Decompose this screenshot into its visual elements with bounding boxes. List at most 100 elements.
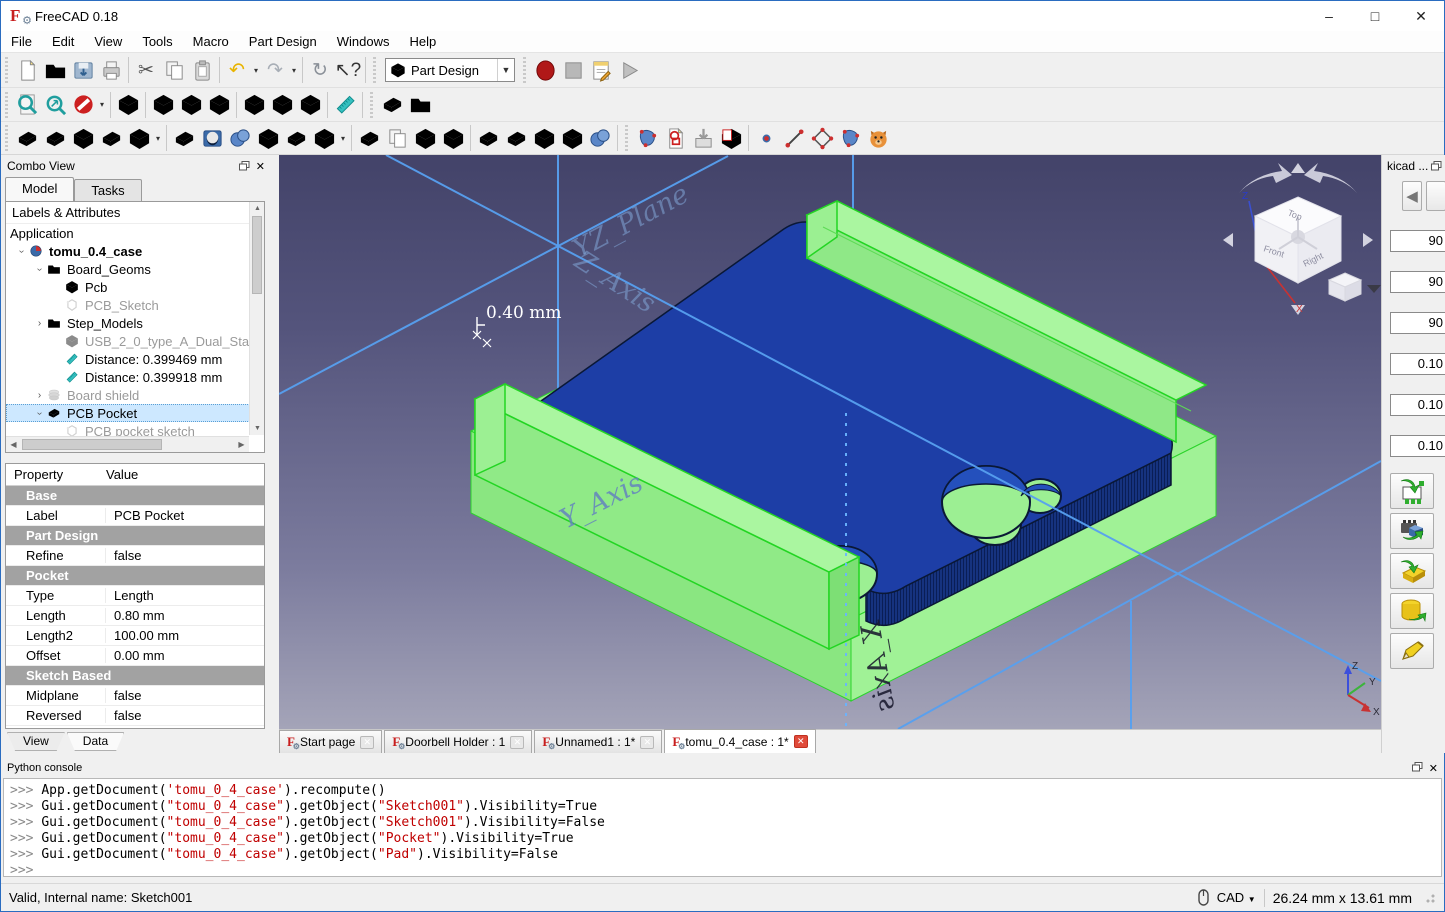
- chamfer-icon[interactable]: [502, 124, 530, 152]
- rotate-right-step-arrow[interactable]: [1363, 233, 1373, 247]
- tab-unnamed1[interactable]: F⚙ Unnamed1 : 1* ✕: [534, 730, 662, 753]
- close-panel-icon[interactable]: ✕: [256, 160, 265, 173]
- view-rear-icon[interactable]: [240, 91, 268, 119]
- save-document-icon[interactable]: [69, 56, 97, 84]
- chevron-down-icon[interactable]: ›: [16, 244, 27, 259]
- property-row-length[interactable]: Length0.80 mm: [6, 606, 264, 626]
- paste-icon[interactable]: [188, 56, 216, 84]
- sketch-rhombus-icon[interactable]: [808, 124, 836, 152]
- menu-tools[interactable]: Tools: [132, 32, 182, 51]
- tree-item-step-models[interactable]: ›Step_Models: [6, 314, 264, 332]
- float-panel-icon[interactable]: [239, 161, 250, 171]
- scroll-up-icon[interactable]: ▲: [250, 202, 265, 215]
- 3d-scene[interactable]: YZ_Plane Z_Axis Y_Axis X_Axis 0.40 mm Z: [279, 155, 1381, 729]
- edit-button[interactable]: [1390, 633, 1434, 669]
- tree-item-pcb-pocket[interactable]: ›PCB Pocket: [6, 404, 264, 422]
- chevron-down-icon[interactable]: ›: [34, 406, 45, 421]
- export-model-button[interactable]: [1390, 513, 1434, 549]
- pocket-icon[interactable]: [170, 124, 198, 152]
- navcube-dropdown-icon[interactable]: [1367, 285, 1381, 293]
- subtractive-primitive-icon[interactable]: [310, 124, 338, 152]
- undo-dropdown-icon[interactable]: ▾: [251, 66, 261, 75]
- boolean-icon[interactable]: [586, 124, 614, 152]
- tree-item-usb-jack[interactable]: USB_2_0_type_A_Dual_Stacked_jac: [6, 332, 264, 350]
- additive-primitive-dropdown-icon[interactable]: ▾: [153, 134, 163, 143]
- float-panel-icon[interactable]: [1412, 762, 1423, 772]
- tab-view[interactable]: View: [7, 732, 65, 751]
- scrollbar-thumb[interactable]: [22, 439, 162, 450]
- previous-button[interactable]: ◀: [1402, 181, 1422, 211]
- redo-icon[interactable]: ↷: [261, 56, 289, 84]
- create-body-icon[interactable]: [633, 124, 661, 152]
- subtractive-primitive-dropdown-icon[interactable]: ▾: [338, 134, 348, 143]
- chevron-right-icon[interactable]: ›: [32, 318, 47, 329]
- open-document-icon[interactable]: [41, 56, 69, 84]
- property-group-pocket[interactable]: Pocket: [6, 566, 264, 586]
- whats-this-icon[interactable]: ↖?: [334, 56, 362, 84]
- additive-primitive-icon[interactable]: [125, 124, 153, 152]
- thickness-icon[interactable]: [558, 124, 586, 152]
- chevron-down-icon[interactable]: ›: [34, 262, 45, 277]
- view-left-icon[interactable]: [296, 91, 324, 119]
- create-sketch-icon[interactable]: [661, 124, 689, 152]
- view-top-icon[interactable]: [177, 91, 205, 119]
- rotation-y-input[interactable]: 90: [1390, 271, 1445, 293]
- draft-icon[interactable]: [530, 124, 558, 152]
- tab-data[interactable]: Data: [67, 732, 124, 751]
- rotate-left-step-arrow[interactable]: [1223, 233, 1233, 247]
- tab-model[interactable]: Model: [5, 177, 74, 201]
- tab-start-page[interactable]: F⚙ Start page ✕: [279, 730, 382, 753]
- copy-icon[interactable]: [160, 56, 188, 84]
- linear-pattern-icon[interactable]: [383, 124, 411, 152]
- maximize-button[interactable]: □: [1352, 1, 1398, 31]
- edit-sketch-icon[interactable]: [717, 124, 745, 152]
- tree-item-application[interactable]: Application: [6, 224, 264, 242]
- menu-help[interactable]: Help: [399, 32, 446, 51]
- rotation-z-input[interactable]: 90: [1390, 312, 1445, 334]
- measure-distance-icon[interactable]: [331, 91, 359, 119]
- multitransform-icon[interactable]: [439, 124, 467, 152]
- tree-item-tomu-case[interactable]: ›tomu_0.4_case: [6, 242, 264, 260]
- subtractive-loft-icon[interactable]: [282, 124, 310, 152]
- view-axonometric-icon[interactable]: [114, 91, 142, 119]
- minimize-button[interactable]: –: [1306, 1, 1352, 31]
- dog-icon[interactable]: [864, 124, 892, 152]
- additive-pipe-icon[interactable]: [69, 124, 97, 152]
- undo-icon[interactable]: ↶: [223, 56, 251, 84]
- menu-part-design[interactable]: Part Design: [239, 32, 327, 51]
- execute-macro-icon[interactable]: [615, 56, 643, 84]
- navcube-menu-cube-icon[interactable]: [1329, 273, 1361, 301]
- additive-loft-icon[interactable]: [97, 124, 125, 152]
- python-console-output[interactable]: >>> App.getDocument('tomu_0_4_case').rec…: [3, 778, 1442, 877]
- float-panel-icon[interactable]: [1431, 161, 1442, 171]
- tree-horizontal-scrollbar[interactable]: ◀▶: [6, 436, 249, 452]
- scroll-left-icon[interactable]: ◀: [6, 437, 21, 453]
- offset-y-input[interactable]: 0.10: [1390, 394, 1445, 416]
- toolbar-grip[interactable]: [3, 92, 11, 118]
- polar-pattern-icon[interactable]: [411, 124, 439, 152]
- revolution-icon[interactable]: [41, 124, 69, 152]
- tree-vertical-scrollbar[interactable]: ▲▼: [249, 202, 264, 435]
- menu-file[interactable]: File: [1, 32, 42, 51]
- 3d-viewport[interactable]: YZ_Plane Z_Axis Y_Axis X_Axis 0.40 mm Z: [279, 155, 1381, 729]
- tree-item-pcb-sketch[interactable]: PCB_Sketch: [6, 296, 264, 314]
- scroll-down-icon[interactable]: ▼: [250, 422, 265, 435]
- mirrored-icon[interactable]: [355, 124, 383, 152]
- tree-item-distance-1[interactable]: Distance: 0.399469 mm: [6, 350, 264, 368]
- export-database-button[interactable]: [1390, 593, 1434, 629]
- view-front-icon[interactable]: [149, 91, 177, 119]
- tree-item-board-geoms[interactable]: ›Board_Geoms: [6, 260, 264, 278]
- tab-doorbell-holder[interactable]: F⚙ Doorbell Holder : 1 ✕: [384, 730, 532, 753]
- tree-item-pcb[interactable]: Pcb: [6, 278, 264, 296]
- property-row-reversed[interactable]: Reversedfalse: [6, 706, 264, 726]
- property-group-part-design[interactable]: Part Design: [6, 526, 264, 546]
- next-button[interactable]: [1426, 181, 1445, 211]
- hole-icon[interactable]: [198, 124, 226, 152]
- refresh-icon[interactable]: ↻: [306, 56, 334, 84]
- record-macro-icon[interactable]: [531, 56, 559, 84]
- sketch-point-icon[interactable]: [752, 124, 780, 152]
- workbench-selector[interactable]: Part Design ▼: [385, 58, 515, 82]
- rotation-x-input[interactable]: 90: [1390, 230, 1445, 252]
- menu-macro[interactable]: Macro: [183, 32, 239, 51]
- subtractive-pipe-icon[interactable]: [254, 124, 282, 152]
